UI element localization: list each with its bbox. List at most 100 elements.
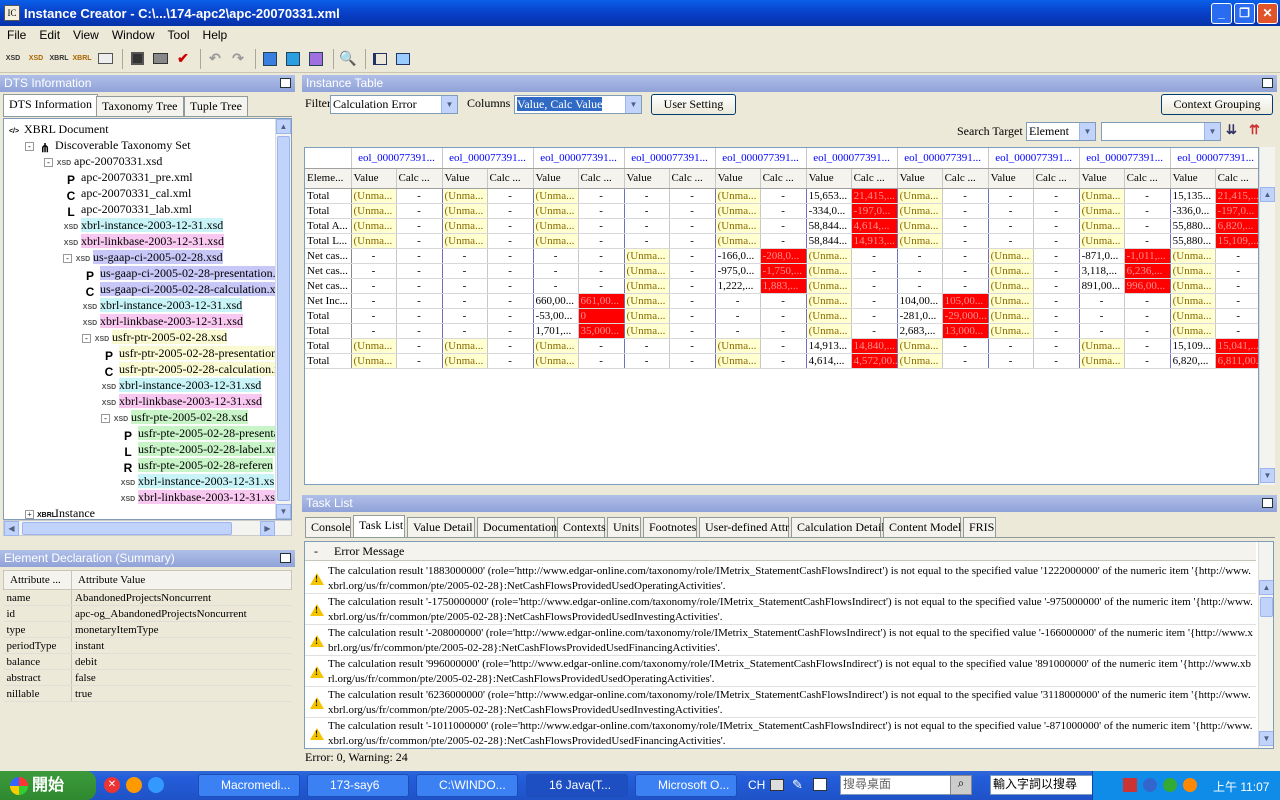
unmatched-cell[interactable]: (Unma... xyxy=(988,248,1034,264)
list-item[interactable]: The calculation result '-1011000000' (ro… xyxy=(305,718,1256,748)
value-cell[interactable]: -53,00... xyxy=(533,308,579,324)
empty-cell[interactable]: - xyxy=(533,278,579,294)
add-unit-icon[interactable] xyxy=(306,49,326,69)
empty-cell[interactable]: - xyxy=(487,308,534,324)
scroll-up-icon[interactable]: ▲ xyxy=(1259,580,1273,595)
empty-cell[interactable]: - xyxy=(624,218,670,234)
table-icon[interactable] xyxy=(95,49,115,69)
add-context-icon[interactable] xyxy=(283,49,303,69)
search-down-icon[interactable]: ⇊ xyxy=(1226,122,1244,140)
empty-cell[interactable]: - xyxy=(669,203,716,219)
unmatched-cell[interactable]: (Unma... xyxy=(351,353,397,369)
empty-cell[interactable]: - xyxy=(988,233,1034,249)
element-name-cell[interactable]: Net cas... xyxy=(305,278,352,294)
empty-cell[interactable]: - xyxy=(1033,293,1080,309)
table-row[interactable]: Total (Unma... - (Unma... - (Unma... - - - (Unma.… xyxy=(305,353,1258,369)
tree-node[interactable]: XSD xbrl-instance-2003-12-31.xsd xyxy=(101,377,262,393)
calc-error-cell[interactable]: 13,000... xyxy=(942,323,989,339)
empty-cell[interactable]: - xyxy=(351,293,397,309)
menu-view[interactable]: View xyxy=(66,28,105,42)
empty-cell[interactable]: - xyxy=(578,218,625,234)
tab-tuple-tree[interactable]: Tuple Tree xyxy=(184,96,248,116)
empty-cell[interactable]: - xyxy=(942,203,989,219)
value-cell[interactable]: 55,880... xyxy=(1170,233,1216,249)
unmatched-cell[interactable]: (Unma... xyxy=(1079,218,1125,234)
table-row[interactable]: id apc-og_AbandonedProjectsNoncurrent xyxy=(3,605,292,622)
xbrl-icon[interactable]: XBRL xyxy=(49,49,69,69)
calc-column-header[interactable]: Calc ... xyxy=(396,168,443,189)
empty-cell[interactable]: - xyxy=(1033,188,1080,204)
calc-error-cell[interactable]: -197,0... xyxy=(1215,203,1258,219)
tab-taxonomy-tree[interactable]: Taxonomy Tree xyxy=(96,96,184,116)
unmatched-cell[interactable]: (Unma... xyxy=(1170,248,1216,264)
empty-cell[interactable]: - xyxy=(669,293,716,309)
close-button[interactable]: ✕ xyxy=(1257,3,1278,24)
list-item[interactable]: The calculation result '-1750000000' (ro… xyxy=(305,594,1256,625)
empty-cell[interactable]: - xyxy=(760,233,807,249)
calc-error-cell[interactable]: -197,0... xyxy=(851,203,898,219)
empty-cell[interactable]: - xyxy=(487,338,534,354)
maximize-button[interactable]: ❐ xyxy=(1234,3,1255,24)
calc-error-cell[interactable]: 35,000... xyxy=(578,323,625,339)
empty-cell[interactable]: - xyxy=(624,203,670,219)
xbrl-new-icon[interactable]: XBRL xyxy=(72,49,92,69)
calc-error-cell[interactable]: -208,0... xyxy=(760,248,807,264)
empty-cell[interactable]: - xyxy=(760,203,807,219)
unmatched-cell[interactable]: (Unma... xyxy=(442,218,488,234)
value-cell[interactable]: 6,820,... xyxy=(1170,353,1216,369)
empty-cell[interactable]: - xyxy=(715,323,761,339)
calc-error-cell[interactable]: 105,00... xyxy=(942,293,989,309)
value-cell[interactable]: 58,844... xyxy=(806,218,852,234)
tree-node[interactable]: Lusfr-pte-2005-02-28-label.xr xyxy=(120,441,276,459)
tab-value-detail[interactable]: Value Detail xyxy=(407,517,475,537)
menu-window[interactable]: Window xyxy=(105,28,161,42)
tree-node[interactable]: Lapc-20070331_lab.xml xyxy=(63,201,192,219)
menu-help[interactable]: Help xyxy=(196,28,234,42)
element-name-cell[interactable]: Total A... xyxy=(305,218,352,234)
unmatched-cell[interactable]: (Unma... xyxy=(806,323,852,339)
empty-cell[interactable]: - xyxy=(351,308,397,324)
unmatched-cell[interactable]: (Unma... xyxy=(624,323,670,339)
tree-node[interactable]: - ⋔ Discoverable Taxonomy Set xyxy=(25,137,191,155)
instance-vscroll[interactable]: ▲ ▼ xyxy=(1259,147,1275,485)
search-input[interactable]: ▼ xyxy=(1101,122,1221,141)
unmatched-cell[interactable]: (Unma... xyxy=(351,203,397,219)
calc-error-cell[interactable]: -1,011,... xyxy=(1124,248,1171,264)
tree-node[interactable]: Pusfr-ptr-2005-02-28-presentation xyxy=(101,345,278,363)
tree-node[interactable]: XSD xbrl-linkbase-2003-12-31.xsd xyxy=(82,313,243,329)
empty-cell[interactable]: - xyxy=(578,278,625,294)
empty-cell[interactable]: - xyxy=(351,323,397,339)
taskbar-item-macromedia[interactable]: Macromedi... xyxy=(198,774,300,797)
unmatched-cell[interactable]: (Unma... xyxy=(897,218,943,234)
calc-error-cell[interactable]: 4,614,... xyxy=(851,218,898,234)
empty-cell[interactable]: - xyxy=(851,323,898,339)
empty-cell[interactable]: - xyxy=(1033,203,1080,219)
table-row[interactable]: nillable true xyxy=(3,685,292,702)
context-column-header[interactable]: eol_000077391... xyxy=(806,148,898,169)
minimize-button[interactable]: _ xyxy=(1211,3,1232,24)
value-cell[interactable]: -166,0... xyxy=(715,248,761,264)
calc-error-cell[interactable]: 661,00... xyxy=(578,293,625,309)
empty-cell[interactable]: - xyxy=(669,233,716,249)
scroll-up-icon[interactable]: ▲ xyxy=(1260,187,1275,202)
empty-cell[interactable]: - xyxy=(487,293,534,309)
empty-cell[interactable]: - xyxy=(760,323,807,339)
value-cell[interactable]: 14,913... xyxy=(806,338,852,354)
empty-cell[interactable]: - xyxy=(1124,203,1171,219)
tree-node[interactable]: Cus-gaap-ci-2005-02-28-calculation.x xyxy=(82,281,276,299)
empty-cell[interactable]: - xyxy=(1215,323,1258,339)
empty-cell[interactable]: - xyxy=(1033,353,1080,369)
context-column-header[interactable]: eol_000077391... xyxy=(351,148,443,169)
unmatched-cell[interactable]: (Unma... xyxy=(533,338,579,354)
tree-node[interactable]: Papc-20070331_pre.xml xyxy=(63,169,193,187)
unmatched-cell[interactable]: (Unma... xyxy=(533,233,579,249)
empty-cell[interactable]: - xyxy=(669,263,716,279)
tree-node[interactable]: - XSD us-gaap-ci-2005-02-28.xsd xyxy=(63,249,223,265)
empty-cell[interactable]: - xyxy=(487,278,534,294)
empty-cell[interactable]: - xyxy=(1033,308,1080,324)
unmatched-cell[interactable]: (Unma... xyxy=(806,248,852,264)
xsd-icon[interactable]: XSD xyxy=(3,49,23,69)
redo-icon[interactable]: ↷ xyxy=(228,49,248,69)
calc-error-cell[interactable]: 0 xyxy=(578,308,625,324)
empty-cell[interactable]: - xyxy=(897,248,943,264)
